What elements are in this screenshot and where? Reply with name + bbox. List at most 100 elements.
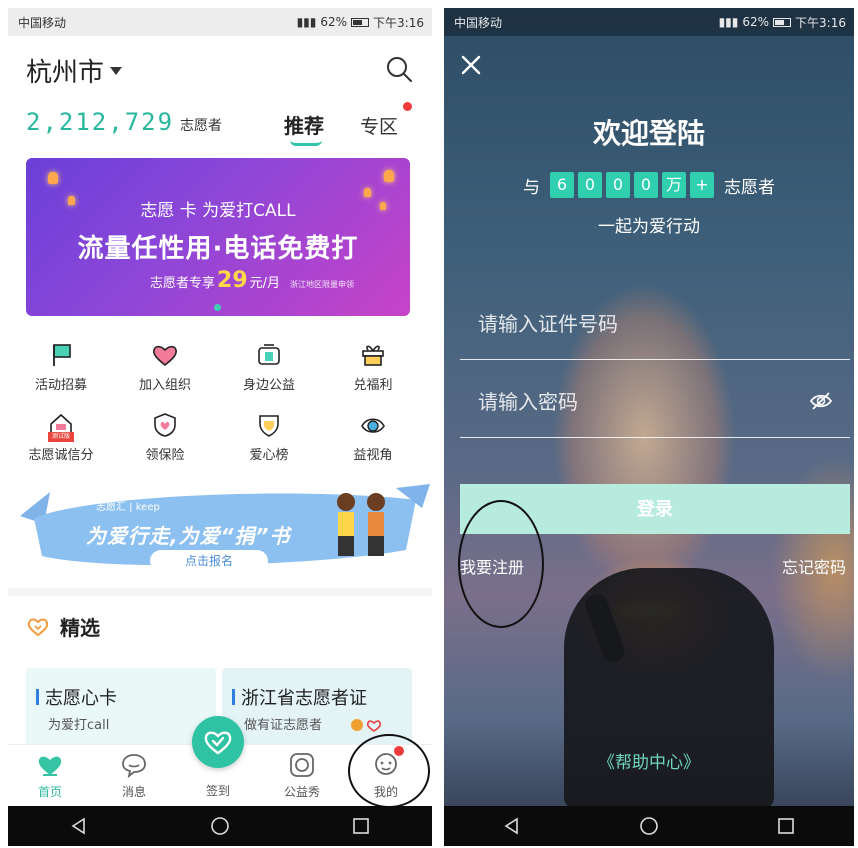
system-nav-bar [8, 806, 432, 846]
grid-item-recruit[interactable]: 活动招募 [16, 342, 106, 393]
status-bar: 中国移动 ▮▮▮ 62% 下午3:16 [444, 8, 854, 36]
recents-button[interactable] [341, 806, 381, 846]
keep-logo: 志愿汇 | keep [96, 502, 160, 513]
slogan: 一起为爱行动 [598, 217, 700, 237]
price-value: 29 [217, 268, 248, 293]
banner-subtitle: 志愿 卡 为爱打CALL [140, 201, 296, 221]
camera-icon [290, 753, 314, 777]
battery-label: 62% [742, 15, 770, 29]
carrier-label: 中国移动 [18, 15, 67, 30]
card-subtitle: 为爱打call [48, 718, 110, 733]
grid-item-join-org[interactable]: 加入组织 [120, 342, 210, 393]
home-circle-icon [211, 817, 229, 835]
tab-home[interactable]: 首页 [20, 751, 80, 800]
status-bar: 中国移动 ▮▮▮ 62% 下午3:16 [8, 8, 432, 36]
keep-walk-banner[interactable]: 志愿汇 | keep 为爱行走,为爱“捐”书 点击报名 [20, 480, 430, 580]
price-unit: 元/月 [249, 276, 281, 291]
tab-messages[interactable]: 消息 [104, 751, 164, 800]
shield-heart-icon [154, 413, 176, 437]
help-center-link[interactable]: 《帮助中心》 [444, 748, 854, 773]
password-field [460, 366, 850, 438]
grid-item-insurance[interactable]: 领保险 [120, 412, 210, 463]
carousel-indicator [214, 304, 221, 311]
checkin-button[interactable] [192, 716, 244, 768]
active-tab-indicator [290, 140, 322, 146]
signal-icon: ▮▮▮ [296, 15, 317, 29]
notification-dot [403, 102, 412, 111]
close-icon[interactable] [460, 54, 482, 76]
home-heart-icon [38, 756, 62, 776]
password-input[interactable] [460, 366, 850, 437]
id-number-field [460, 288, 850, 360]
featured-title: 精选 [60, 616, 100, 640]
back-button[interactable] [492, 806, 532, 846]
forgot-password-link[interactable]: 忘记密码 [782, 554, 846, 578]
tab-zone[interactable]: 专区 [360, 112, 398, 139]
volunteer-count: 2,212,729 [26, 108, 175, 136]
stat-digit: 0 [578, 172, 602, 198]
city-selector[interactable]: 杭州市 [26, 52, 123, 89]
checkin-label: 签到 [205, 784, 230, 798]
signal-icon: ▮▮▮ [718, 15, 739, 29]
recents-button[interactable] [766, 806, 806, 846]
system-nav-bar [444, 806, 854, 846]
lantern-decoration [384, 170, 394, 182]
home-screen: 中国移动 ▮▮▮ 62% 下午3:16 杭州市 2,212,729 志愿者 推荐… [8, 8, 432, 846]
nearby-icon [258, 344, 280, 365]
welcome-title: 欢迎登陆 [592, 117, 705, 150]
card-title: 志愿心卡 [36, 684, 117, 710]
volunteer-label: 志愿者 [180, 118, 223, 134]
time-label: 下午3:16 [373, 15, 424, 30]
chevron-down-icon [110, 66, 123, 75]
trophy-shield-icon [259, 415, 279, 437]
login-screen: 中国移动 ▮▮▮ 62% 下午3:16 欢迎登陆 与 6 0 0 0 万 + 志… [444, 8, 854, 846]
heart-outline-icon [27, 618, 49, 636]
time-label: 下午3:16 [795, 15, 846, 30]
stat-digit: 0 [606, 172, 630, 198]
tab-recommend[interactable]: 推荐 [284, 110, 324, 139]
back-button[interactable] [59, 806, 99, 846]
stat-digit: 0 [634, 172, 658, 198]
featured-header: 精选 [26, 612, 100, 641]
recents-square-icon [353, 818, 370, 834]
home-circle-icon [640, 817, 658, 835]
keep-headline: 为爱行走,为爱“捐”书 [86, 524, 291, 548]
card-volunteer-heart-card[interactable]: 志愿心卡 为爱打call [26, 668, 216, 746]
stat-suffix: 志愿者 [724, 177, 775, 198]
message-icon [122, 754, 146, 779]
battery-icon [351, 17, 370, 27]
banner-headline: 流量任性用·电话免费打 [77, 234, 359, 264]
carrier-label: 中国移动 [454, 15, 503, 30]
grid-item-nearby[interactable]: 身边公益 [224, 342, 314, 393]
card-title: 浙江省志愿者证 [232, 684, 367, 710]
eye-slash-icon[interactable] [808, 388, 834, 414]
section-divider [8, 588, 432, 596]
hand-drawn-circle-annotation [458, 500, 544, 628]
eye-icon [361, 418, 385, 433]
signup-button[interactable]: 点击报名 [150, 550, 268, 572]
region-note: 浙江地区限量申领 [290, 280, 355, 289]
badge-hearts-icon [351, 719, 382, 732]
grid-item-credit[interactable]: 测试版 志愿诚信分 [16, 412, 106, 463]
home-button[interactable] [629, 806, 669, 846]
trial-badge: 测试版 [48, 432, 74, 442]
battery-label: 62% [320, 15, 348, 29]
id-number-input[interactable] [460, 288, 850, 359]
stat-digit: 6 [550, 172, 574, 198]
volunteer-stat: 与 6 0 0 0 万 + 志愿者 [444, 172, 854, 198]
back-triangle-icon [71, 817, 85, 835]
grid-item-love-board[interactable]: 爱心榜 [224, 412, 314, 463]
heart-icon [153, 345, 177, 367]
hand-drawn-circle-annotation [348, 734, 430, 808]
flag-icon [53, 344, 71, 366]
grid-item-perspective[interactable]: 益视角 [328, 412, 418, 463]
home-button[interactable] [200, 806, 240, 846]
tab-charity-show[interactable]: 公益秀 [272, 751, 332, 800]
volunteer-counter: 2,212,729 志愿者 [26, 108, 222, 136]
gift-icon [362, 345, 384, 366]
card-subtitle: 做有证志愿者 [244, 718, 323, 733]
search-icon[interactable] [384, 54, 414, 84]
grid-item-welfare[interactable]: 兑福利 [328, 342, 418, 393]
stat-unit: 万 [662, 172, 686, 198]
promo-banner[interactable]: 志愿 卡 为爱打CALL 流量任性用·电话免费打 志愿者专享 29 元/月 浙江… [26, 158, 410, 316]
